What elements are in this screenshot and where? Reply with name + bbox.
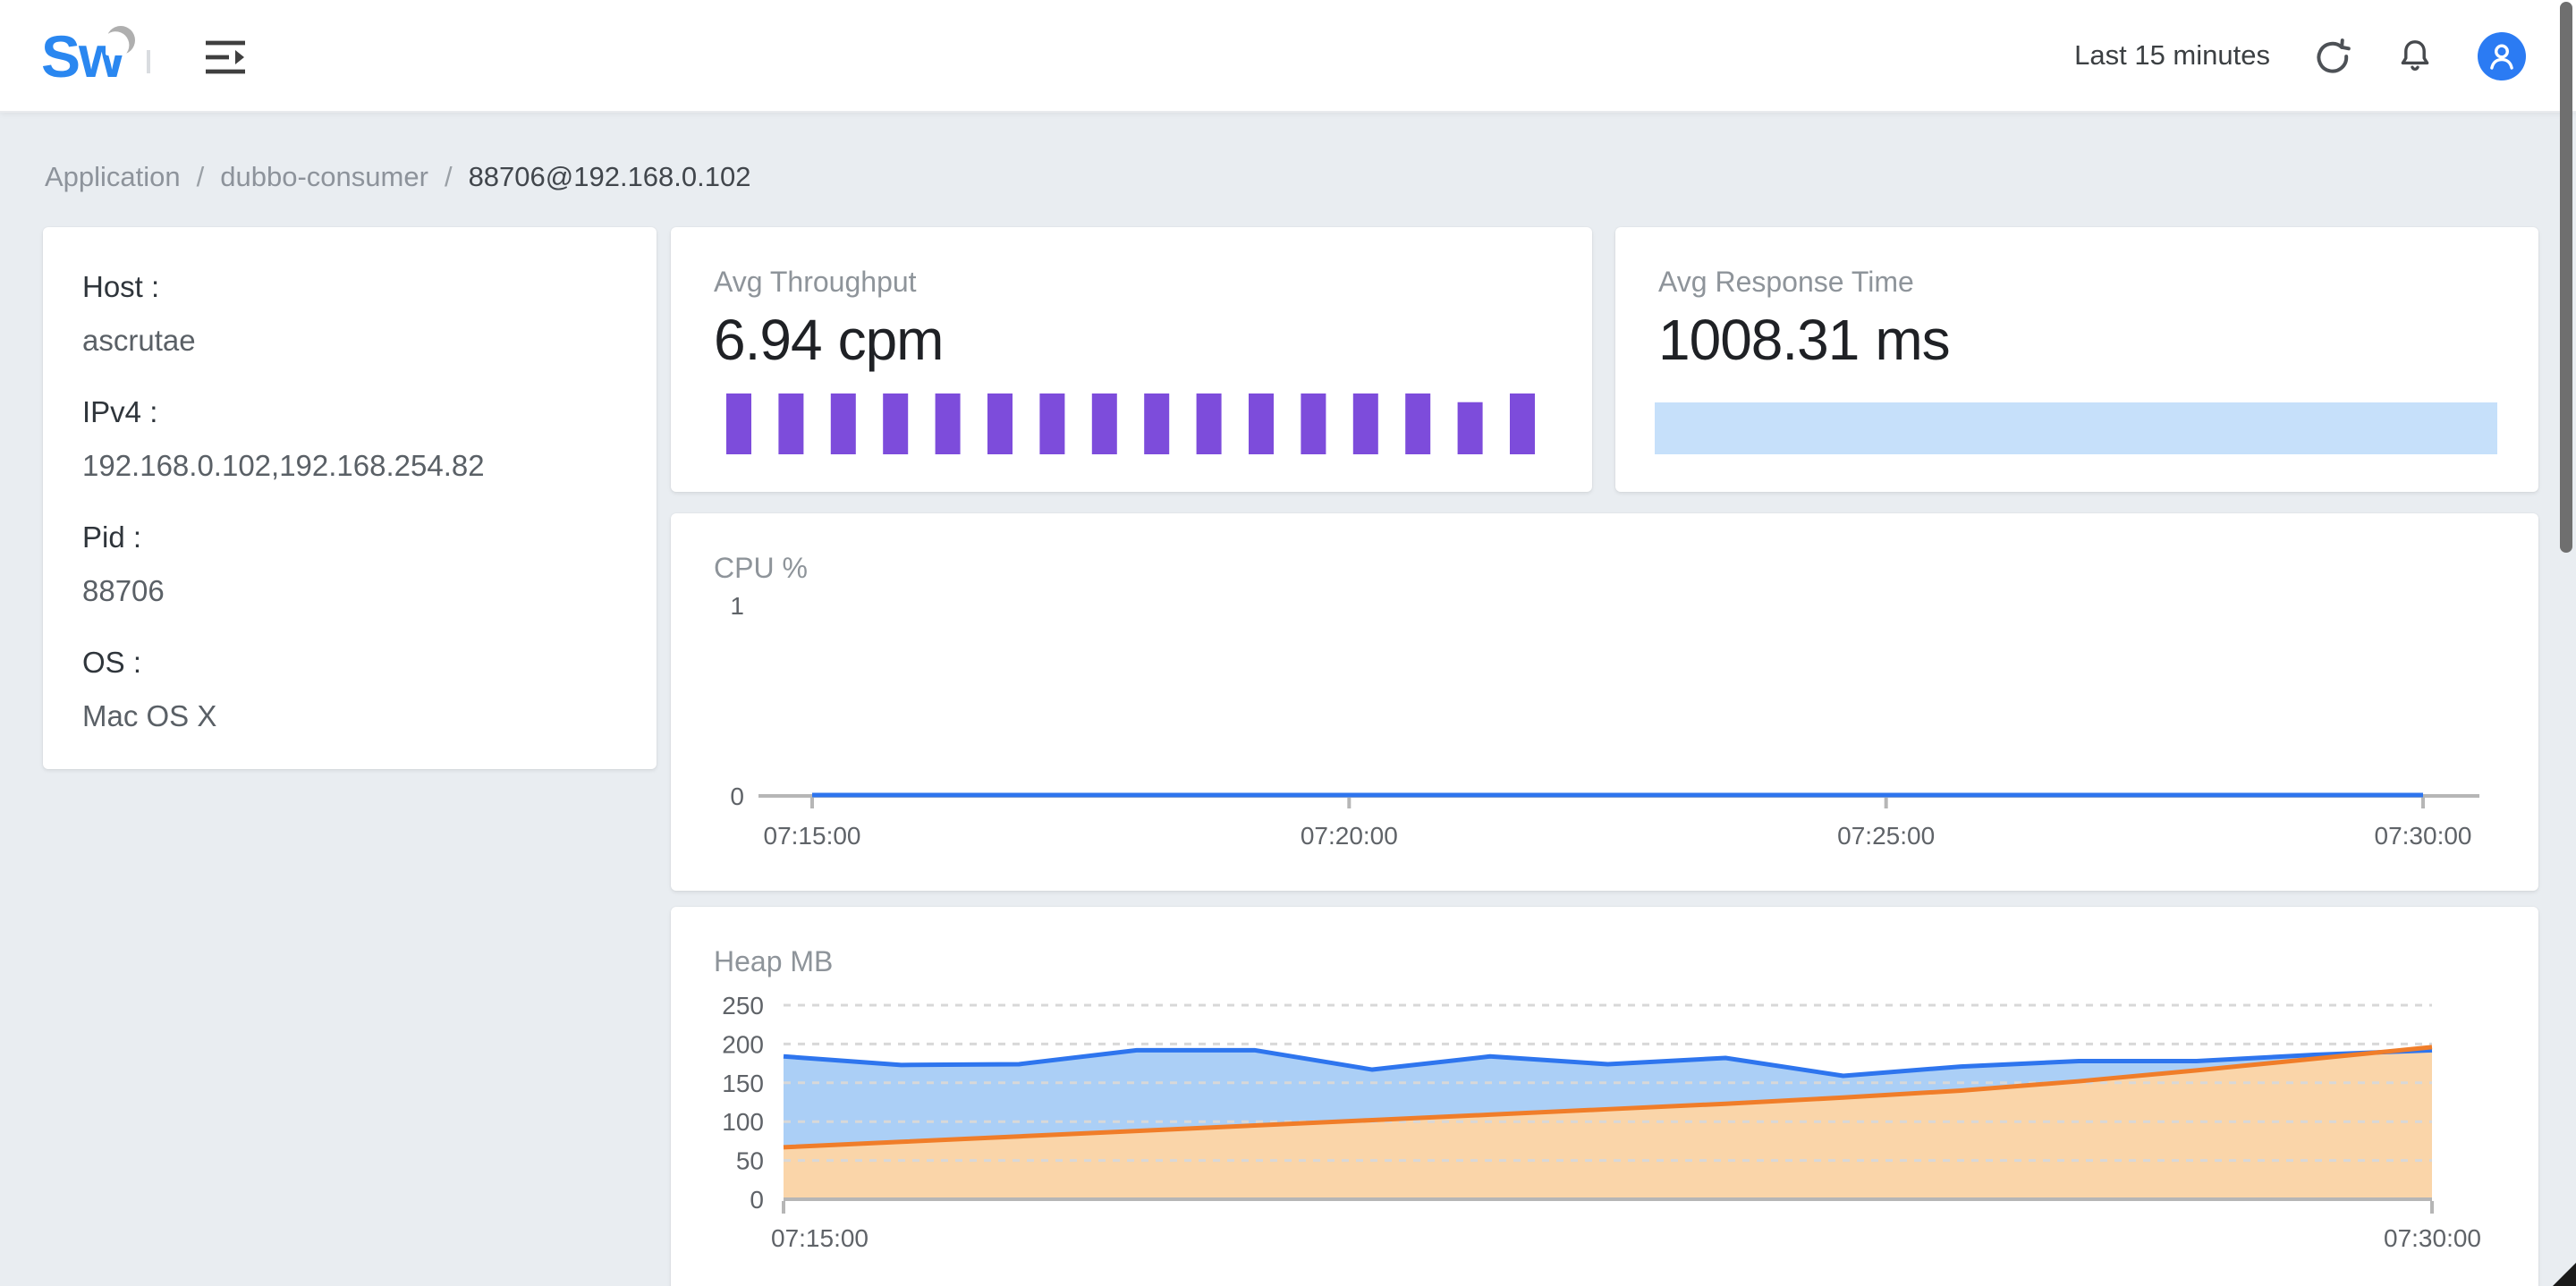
time-range-selector[interactable]: Last 15 minutes: [2074, 40, 2270, 72]
ipv4-label: IPv4 :: [82, 397, 158, 429]
svg-text:07:25:00: 07:25:00: [1837, 822, 1935, 850]
ipv4-field: IPv4 : 192.168.0.102,192.168.254.82: [82, 392, 617, 488]
pid-value: 88706: [82, 576, 165, 608]
refresh-icon[interactable]: [2313, 37, 2352, 76]
svg-text:07:20:00: 07:20:00: [1301, 822, 1398, 850]
svg-text:0: 0: [730, 783, 744, 810]
header-actions: Last 15 minutes: [2074, 0, 2526, 113]
breadcrumb-instance: 88706@192.168.0.102: [468, 163, 751, 193]
cpu-chart-card: CPU % 07:15:00 07:20:00 07:25:00 07:30:00 1 0: [671, 513, 2538, 891]
user-avatar-icon[interactable]: [2478, 32, 2526, 80]
breadcrumb-separator: /: [196, 163, 205, 193]
avg-response-time-card: Avg Response Time 1008.31 ms: [1615, 227, 2538, 492]
svg-text:07:15:00: 07:15:00: [764, 822, 861, 850]
breadcrumb-application[interactable]: Application: [45, 163, 181, 195]
svg-text:07:30:00: 07:30:00: [2384, 1224, 2481, 1252]
instance-info-card: Host : ascrutae IPv4 : 192.168.0.102,192…: [43, 227, 657, 769]
bell-icon[interactable]: [2397, 38, 2433, 75]
svg-text:50: 50: [736, 1147, 764, 1175]
menu-unfold-icon[interactable]: [204, 38, 247, 77]
skywalking-app: Sw Last 15 minutes Application / dubbo-c…: [0, 0, 2576, 1286]
pid-field: Pid : 88706: [82, 517, 617, 613]
host-value: ascrutae: [82, 326, 196, 358]
response-time-bar: [1655, 402, 2497, 454]
host-label: Host :: [82, 272, 160, 304]
breadcrumb-service[interactable]: dubbo-consumer: [220, 163, 428, 195]
pid-label: Pid :: [82, 522, 142, 554]
os-value: Mac OS X: [82, 701, 217, 733]
os-field: OS : Mac OS X: [82, 642, 617, 739]
cpu-line-chart: 07:15:00 07:20:00 07:25:00 07:30:00 1 0: [730, 592, 2479, 850]
svg-text:250: 250: [722, 992, 764, 1019]
ipv4-value: 192.168.0.102,192.168.254.82: [82, 451, 485, 483]
svg-text:1: 1: [730, 592, 744, 620]
crescent-moon-icon: [102, 25, 136, 64]
breadcrumb-separator: /: [444, 163, 453, 193]
breadcrumb: Application / dubbo-consumer / 88706@192…: [45, 163, 751, 195]
header-divider: [147, 50, 150, 73]
app-logo[interactable]: Sw: [41, 18, 141, 97]
svg-text:07:30:00: 07:30:00: [2375, 822, 2472, 850]
app-header: Sw Last 15 minutes: [0, 0, 2576, 113]
cursor-artifact: [2553, 1263, 2576, 1286]
host-field: Host : ascrutae: [82, 267, 617, 363]
throughput-bar-chart: [726, 393, 1535, 454]
os-label: OS :: [82, 647, 142, 680]
svg-text:100: 100: [722, 1108, 764, 1136]
heap-chart-card: Heap MB 0 50 100 150 200 250 07:15:00 07:30:00: [671, 907, 2538, 1286]
svg-text:07:15:00: 07:15:00: [771, 1224, 869, 1252]
svg-text:150: 150: [722, 1070, 764, 1097]
svg-text:0: 0: [750, 1186, 764, 1214]
svg-text:200: 200: [722, 1030, 764, 1058]
heap-area-chart: 0 50 100 150 200 250 07:15:00 07:30:00: [722, 992, 2481, 1252]
avg-throughput-card: Avg Throughput 6.94 cpm: [671, 227, 1592, 492]
vertical-scrollbar-thumb[interactable]: [2560, 2, 2572, 553]
